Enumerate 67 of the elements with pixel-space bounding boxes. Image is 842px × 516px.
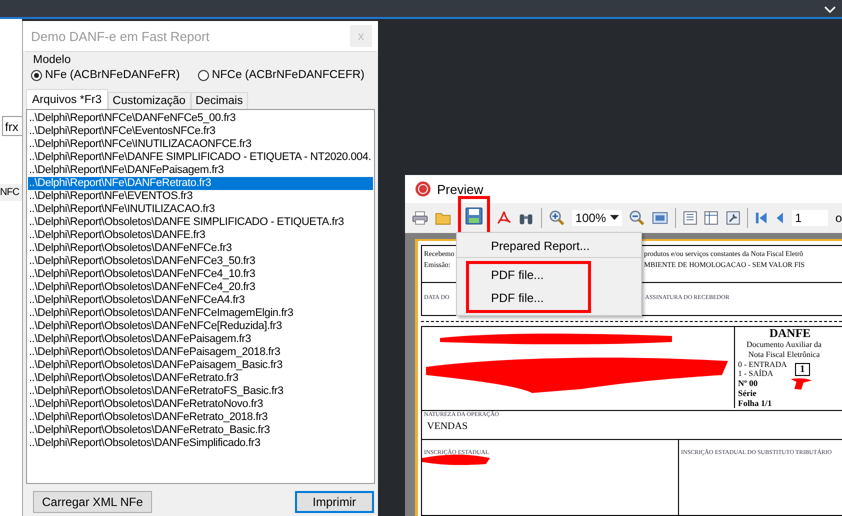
label-text: NFC: [0, 184, 22, 201]
file-list-item[interactable]: ..\Delphi\Report\Obsoletos\DANFeNFCe.fr3: [28, 242, 373, 255]
file-list-item[interactable]: ..\Delphi\Report\Obsoletos\DANFeRetrato_Basic.fr3: [28, 424, 373, 437]
previous-page-icon[interactable]: [774, 210, 785, 226]
page-count-label: o: [835, 211, 842, 225]
chevron-down-icon[interactable]: [824, 6, 836, 14]
app-logo-icon: [415, 181, 431, 197]
file-list-item[interactable]: ..\Delphi\Report\NFe\INUTILIZACAO.fr3: [28, 203, 373, 216]
full-screen-icon[interactable]: [652, 210, 668, 226]
file-list-item[interactable]: ..\Delphi\Report\Obsoletos\DANFePaisagem_Basic.fr3: [28, 359, 373, 372]
invoice-number: Nº 00: [738, 378, 758, 388]
operation-type-code: 1: [794, 362, 810, 376]
file-list-item[interactable]: ..\Delphi\Report\NFe\EVENTOS.fr3: [28, 190, 373, 203]
file-list-item[interactable]: ..\Delphi\Report\Obsoletos\DANFeSimplificado.fr3: [28, 437, 373, 450]
window-title: Preview: [437, 182, 484, 196]
dialog-button[interactable]: Carregar XML NFe: [33, 491, 152, 513]
first-page-icon[interactable]: [754, 210, 768, 226]
file-list-item[interactable]: ..\Delphi\Report\Obsoletos\DANFeNFCe[Reduzida].fr3: [28, 320, 373, 333]
document-title: DANFE: [769, 327, 811, 340]
zoom-out-icon[interactable]: [629, 209, 646, 227]
document-subtitle: Documento Auxiliar da Nota Fiscal Eletrônica: [745, 340, 823, 360]
field-value: VENDAS: [427, 421, 469, 432]
outline-icon[interactable]: [683, 210, 698, 226]
zoom-dropdown[interactable]: 100%: [572, 210, 622, 226]
file-list-item[interactable]: ..\Delphi\Report\Obsoletos\DANFePaisagem.fr3: [28, 333, 373, 346]
file-list-item[interactable]: ..\Delphi\Report\Obsoletos\DANFeNFCeA4.fr3: [28, 294, 373, 307]
page-number-field[interactable]: 1: [792, 210, 828, 226]
pdf-icon[interactable]: [497, 210, 512, 226]
zoom-in-icon[interactable]: [549, 209, 566, 227]
file-list-item[interactable]: ..\Delphi\Report\Obsoletos\DANFE.fr3: [28, 229, 373, 242]
file-list-item[interactable]: ..\Delphi\Report\Obsoletos\DANFeNFCe4_20.fr3: [28, 281, 373, 294]
caret-icon: [610, 215, 620, 221]
file-list-item[interactable]: ..\Delphi\Report\Obsoletos\DANFePaisagem_2018.fr3: [28, 346, 373, 359]
window-title: Demo DANF-e em Fast Report: [31, 28, 210, 44]
file-list-item[interactable]: ..\Delphi\Report\Obsoletos\DANFeRetratoNovo.fr3: [28, 398, 373, 411]
file-list-item[interactable]: ..\Delphi\Report\NFCe\DANFeNFCe5_00.fr3: [28, 112, 373, 125]
file-list-item[interactable]: ..\Delphi\Report\NFe\DANFePaisagem.fr3: [28, 164, 373, 177]
save-icon[interactable]: [465, 206, 484, 224]
sheet-number: Folha 1/1: [738, 398, 772, 408]
page-settings-icon[interactable]: [704, 210, 719, 226]
menu-item[interactable]: PDF file...: [469, 287, 588, 310]
file-list-item[interactable]: ..\Delphi\Report\Obsoletos\DANFeNFCe4_10.fr3: [28, 268, 373, 281]
printer-icon[interactable]: [412, 210, 428, 226]
file-list-item[interactable]: ..\Delphi\Report\Obsoletos\DANFeRetrato_2018.fr3: [28, 411, 373, 424]
menu-item[interactable]: PDF file...: [469, 264, 588, 287]
tab[interactable]: Customização: [108, 92, 191, 109]
tab[interactable]: Arquivos *Fr3: [26, 89, 108, 109]
menu-item[interactable]: Prepared Report...: [457, 235, 641, 258]
radio-option[interactable]: NFe (ACBrNFeDANFeFR): [31, 69, 180, 81]
entry-option-text: 0 - ENTRADA: [738, 360, 787, 369]
file-list-item[interactable]: ..\Delphi\Report\Obsoletos\DANFeRetratoFS_Basic.fr3: [28, 385, 373, 398]
dialog-button[interactable]: Imprimir: [294, 491, 374, 513]
exit-option-text: 1 - SAÍDA: [738, 369, 774, 378]
radio-option[interactable]: NFCe (ACBrNFeDANFCEFR): [198, 69, 365, 81]
file-list-item[interactable]: ..\Delphi\Report\Obsoletos\DANFeRetrato.fr3: [28, 372, 373, 385]
file-list-item[interactable]: ..\Delphi\Report\Obsoletos\DANFE SIMPLIFICADO - ETIQUETA.fr3: [28, 216, 373, 229]
file-list-item[interactable]: ..\Delphi\Report\NFCe\INUTILIZACAONFCE.fr3: [28, 138, 373, 151]
file-list-item[interactable]: ..\Delphi\Report\NFe\DANFeRetrato.fr3: [28, 177, 373, 190]
group-label: Modelo: [33, 54, 72, 66]
wrench-icon[interactable]: [726, 210, 740, 226]
file-list-item[interactable]: ..\Delphi\Report\Obsoletos\DANFeNFCe3_50.fr3: [28, 255, 373, 268]
series-label: Série: [738, 388, 756, 398]
folder-icon[interactable]: [435, 210, 452, 226]
tab[interactable]: Decimais: [190, 92, 248, 109]
file-list-item[interactable]: ..\Delphi\Report\NFCe\EventosNFCe.fr3: [28, 125, 373, 138]
file-list-item[interactable]: ..\Delphi\Report\Obsoletos\DANFeNFCeImagemElgin.fr3: [28, 307, 373, 320]
file-list-item[interactable]: ..\Delphi\Report\NFe\DANFE SIMPLIFICADO - ETIQUETA - NT2020.004.: [28, 151, 373, 164]
